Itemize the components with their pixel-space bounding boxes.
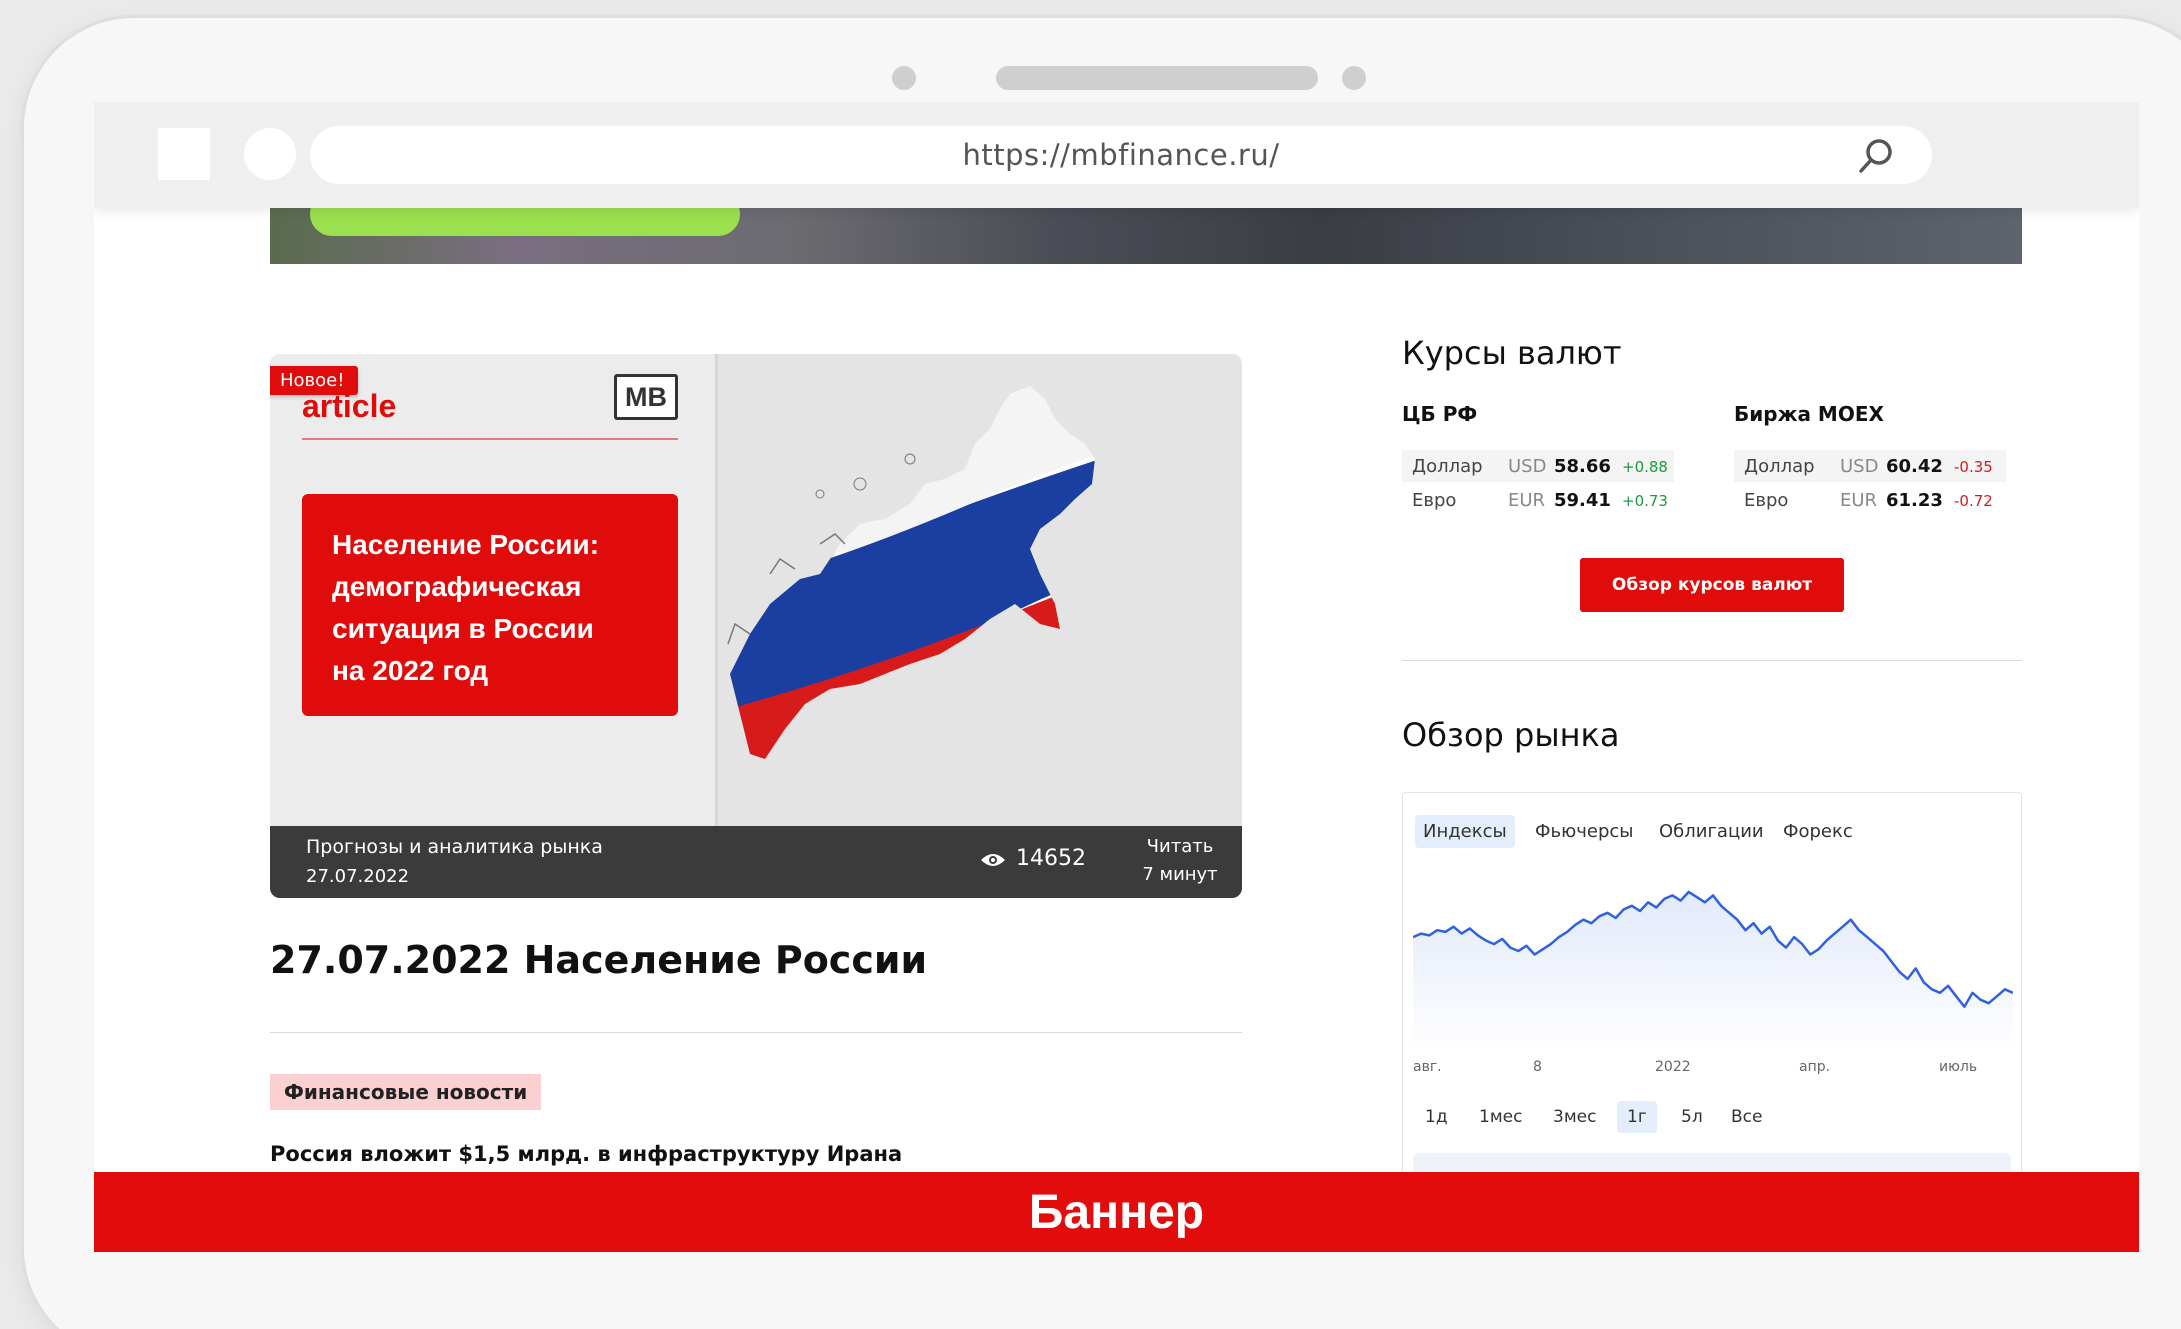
rate-row: Доллар USD 58.66 +0.88 xyxy=(1402,450,1674,482)
sensor-dot xyxy=(1342,66,1366,90)
category-tag[interactable]: Финансовые новости xyxy=(270,1074,542,1110)
divider xyxy=(270,1032,1242,1033)
rate-row: Евро EUR 61.23 -0.72 xyxy=(1734,484,2006,516)
read-label: Читать xyxy=(1146,836,1214,857)
screen: https://mbfinance.ru/ article MB Населен… xyxy=(94,102,2139,1252)
image-footer: Прогнозы и аналитика рынка 27.07.2022 14… xyxy=(270,826,1242,898)
currency-value: 59.41 xyxy=(1554,490,1611,511)
address-bar[interactable]: https://mbfinance.ru/ xyxy=(310,126,1932,184)
camera-dot xyxy=(892,66,916,90)
divider xyxy=(1402,660,2022,661)
news-headline[interactable]: Россия вложит $1,5 млрд. в инфраструктур… xyxy=(270,1142,902,1166)
currency-name: Доллар xyxy=(1744,456,1815,477)
speaker-slot xyxy=(996,66,1318,90)
new-badge: Новое! xyxy=(270,366,359,395)
x-tick-label: апр. xyxy=(1799,1059,1831,1075)
rate-row: Доллар USD 60.42 -0.35 xyxy=(1734,450,2006,482)
card-line-2: демографическая xyxy=(332,571,582,602)
currency-code: EUR xyxy=(1840,490,1878,511)
currency-code: USD xyxy=(1508,456,1547,477)
brand-underline xyxy=(302,438,678,440)
headline-card: Население России: демографическая ситуац… xyxy=(302,494,678,716)
tab-forex[interactable]: Форекс xyxy=(1775,815,1861,848)
rate-row: Евро EUR 59.41 +0.73 xyxy=(1402,484,1674,516)
currency-change: +0.88 xyxy=(1622,458,1668,476)
currency-value: 60.42 xyxy=(1886,456,1943,477)
tab-bonds[interactable]: Облигации xyxy=(1651,815,1772,848)
currency-change: +0.73 xyxy=(1622,492,1668,510)
image-left-page: article MB Население России: демографиче… xyxy=(270,354,718,826)
mb-logo: MB xyxy=(614,374,678,420)
card-line-4: на 2022 год xyxy=(332,655,489,686)
period-5y[interactable]: 5л xyxy=(1671,1101,1713,1133)
view-count: 14652 xyxy=(1016,846,1086,871)
moex-column-title: Биржа MOEX xyxy=(1734,402,1884,426)
rates-overview-button[interactable]: Обзор курсов валют xyxy=(1580,558,1844,612)
currency-name: Доллар xyxy=(1412,456,1483,477)
rates-title: Курсы валют xyxy=(1402,334,1622,372)
currency-code: USD xyxy=(1840,456,1879,477)
currency-value: 61.23 xyxy=(1886,490,1943,511)
card-line-1: Население России: xyxy=(332,529,600,560)
x-tick-label: 8 xyxy=(1533,1059,1542,1075)
x-tick-label: июль xyxy=(1939,1059,1978,1075)
image-date: 27.07.2022 xyxy=(306,866,410,887)
eye-icon xyxy=(981,854,1005,866)
tab-futures[interactable]: Фьючерсы xyxy=(1527,815,1642,848)
article-image[interactable]: article MB Население России: демографиче… xyxy=(270,354,1242,898)
russia-flag-map xyxy=(727,386,1095,759)
currency-name: Евро xyxy=(1412,490,1457,511)
browser-toolbar: https://mbfinance.ru/ xyxy=(94,102,2139,208)
currency-name: Евро xyxy=(1744,490,1789,511)
period-1m[interactable]: 1мес xyxy=(1469,1101,1532,1133)
period-1d[interactable]: 1д xyxy=(1415,1101,1458,1133)
bottom-banner[interactable]: Баннер xyxy=(94,1172,2139,1252)
article-title: 27.07.2022 Население России xyxy=(270,938,928,982)
url-text: https://mbfinance.ru/ xyxy=(962,138,1280,172)
cbr-column-title: ЦБ РФ xyxy=(1402,402,1478,426)
x-tick-label: авг. xyxy=(1413,1059,1442,1075)
search-icon[interactable] xyxy=(1856,136,1896,176)
currency-value: 58.66 xyxy=(1554,456,1611,477)
image-category[interactable]: Прогнозы и аналитика рынка xyxy=(306,836,603,858)
period-all[interactable]: Все xyxy=(1721,1101,1772,1133)
chart-area xyxy=(1413,891,2013,1053)
x-tick-label: 2022 xyxy=(1655,1059,1691,1075)
period-1y[interactable]: 1г xyxy=(1617,1101,1657,1133)
period-3m[interactable]: 3мес xyxy=(1543,1101,1606,1133)
read-time: 7 минут xyxy=(1142,864,1218,885)
card-line-3: ситуация в России xyxy=(332,613,594,644)
currency-code: EUR xyxy=(1508,490,1546,511)
market-line-chart[interactable] xyxy=(1413,863,2013,1053)
market-title: Обзор рынка xyxy=(1402,716,1620,754)
currency-change: -0.35 xyxy=(1954,458,1993,476)
currency-change: -0.72 xyxy=(1954,492,1993,510)
tab-indices[interactable]: Индексы xyxy=(1415,815,1515,848)
tabs-button[interactable] xyxy=(158,128,210,180)
menu-button[interactable] xyxy=(244,128,296,180)
